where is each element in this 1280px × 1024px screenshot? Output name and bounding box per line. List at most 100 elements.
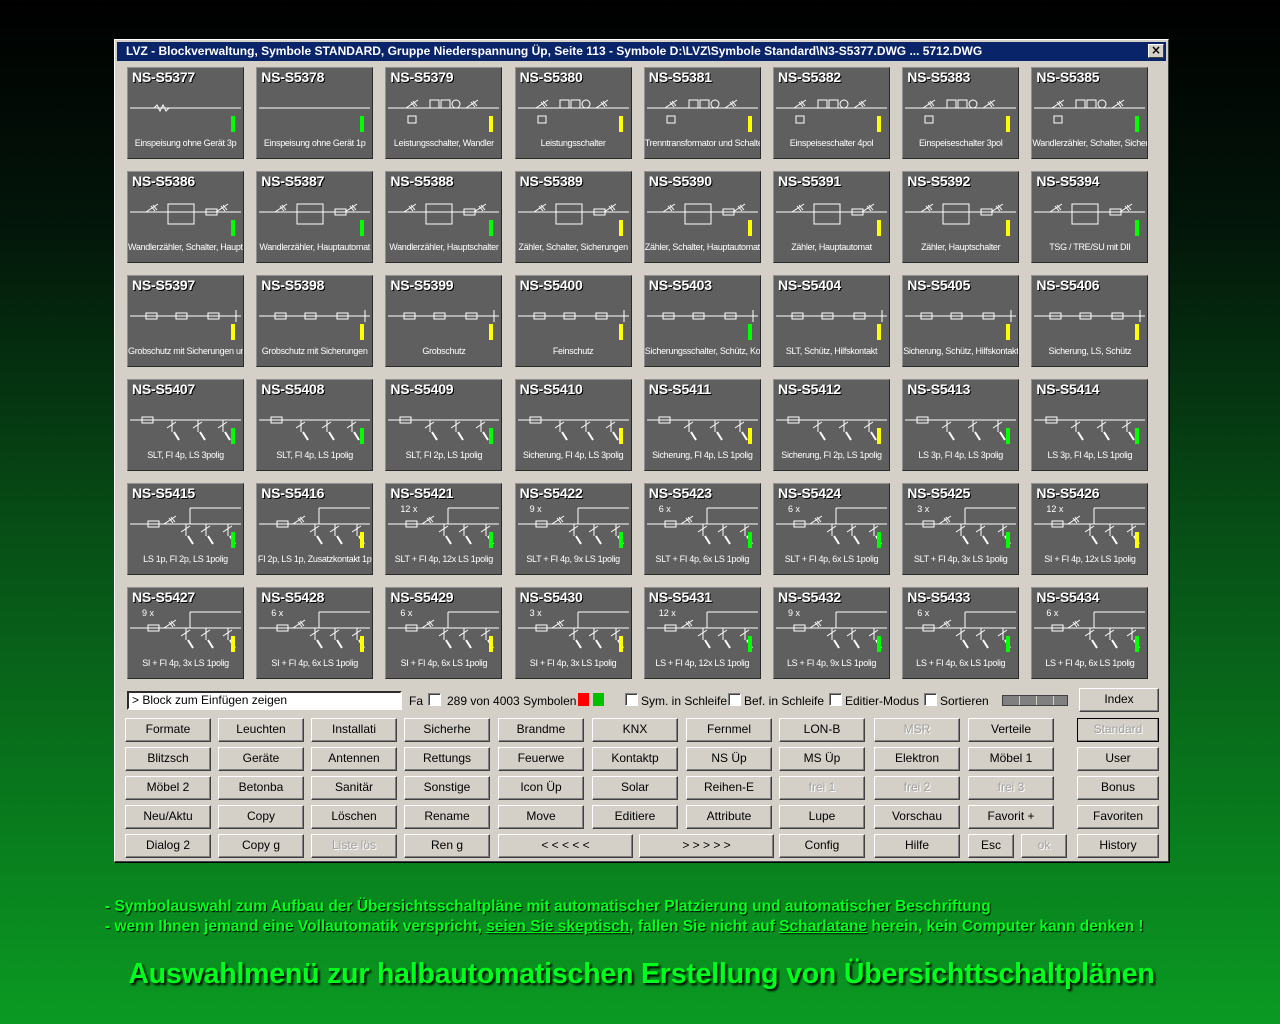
symbol-tile[interactable]: NS-S5413 LS 3p, FI 4p, LS 3polig (902, 379, 1020, 471)
symbol-tile[interactable]: NS-S5383 Einspeiseschalter 3pol (902, 67, 1020, 159)
button-sicherhe[interactable]: Sicherhe (404, 718, 490, 742)
symbol-tile[interactable]: NS-S5404 SLT, Schütz, Hilfskontakt (773, 275, 890, 367)
skeptic-link[interactable]: seien Sie skeptisch (486, 918, 629, 935)
button-ms-üp[interactable]: MS Üp (779, 747, 865, 771)
button-reihen-e[interactable]: Reihen-E (686, 776, 772, 800)
symbol-tile[interactable]: NS-S5411 Sicherung, FI 4p, LS 1polig (643, 379, 761, 471)
button-möbel-2[interactable]: Möbel 2 (125, 776, 211, 800)
button-lon-b[interactable]: LON-B (779, 718, 865, 742)
symbol-tile[interactable]: NS-S5408 SLT, FI 4p, LS 1polig (256, 379, 374, 471)
symbol-tile[interactable]: NS-S5387 Wandlerzähler, Hauptautomat (256, 171, 374, 263)
button-sonstige[interactable]: Sonstige (404, 776, 490, 800)
symbol-tile[interactable]: NS-S5428 6 x SI + FI 4p, 6x LS 1polig (256, 587, 374, 679)
symbol-tile[interactable]: NS-S5415 LS 1p, FI 2p, LS 1polig (127, 483, 244, 575)
button-rename[interactable]: Rename (404, 805, 490, 829)
button-standard[interactable]: Standard (1077, 718, 1159, 742)
symbol-tile[interactable]: NS-S5430 3 x SI + FI 4p, 3x LS 1polig (514, 587, 632, 679)
symbol-tile[interactable]: NS-S5409 SLT, FI 2p, LS 1polig (385, 379, 503, 471)
symbol-tile[interactable]: NS-S5386 Wandlerzähler, Schalter, Hauptau… (127, 171, 244, 263)
symbol-tile[interactable]: NS-S5421 12 x SLT + FI 4p, 12x LS 1polig (385, 483, 503, 575)
symbol-tile[interactable]: NS-S5425 3 x SLT + FI 4p, 3x LS 1polig (902, 483, 1020, 575)
symbol-tile[interactable]: NS-S5378 Einspeisung ohne Gerät 1p (256, 67, 374, 159)
symbol-tile[interactable]: NS-S5432 9 x LS + FI 4p, 9x LS 1polig (773, 587, 890, 679)
button-lupe[interactable]: Lupe (779, 805, 865, 829)
symbol-tile[interactable]: NS-S5429 6 x SI + FI 4p, 6x LS 1polig (385, 587, 503, 679)
symbol-tile[interactable]: NS-S5379 Leistungsschalter, Wandler (385, 67, 503, 159)
symbol-tile[interactable]: NS-S5423 6 x SLT + FI 4p, 6x LS 1polig (643, 483, 761, 575)
button-rettungs[interactable]: Rettungs (404, 747, 490, 771)
symbol-tile[interactable]: NS-S5434 6 x LS + FI 4p, 6x LS 1polig (1031, 587, 1149, 679)
button-[interactable]: < < < < < (498, 834, 633, 858)
button-blitzsch[interactable]: Blitzsch (125, 747, 211, 771)
symbol-tile[interactable]: NS-S5414 LS 3p, FI 4p, LS 1polig (1031, 379, 1149, 471)
symbol-tile[interactable]: NS-S5397 Grobschutz mit Sicherungen und F… (127, 275, 244, 367)
symbol-tile[interactable]: NS-S5406 Sicherung, LS, Schütz (1031, 275, 1149, 367)
button-liste-lös[interactable]: Liste lös (311, 834, 397, 858)
button-frei-2[interactable]: frei 2 (874, 776, 960, 800)
button-icon-üp[interactable]: Icon Üp (498, 776, 584, 800)
button-history[interactable]: History (1077, 834, 1159, 858)
button-user[interactable]: User (1077, 747, 1159, 771)
button-frei-3[interactable]: frei 3 (968, 776, 1054, 800)
symbol-tile[interactable]: NS-S5412 Sicherung, FI 2p, LS 1polig (773, 379, 890, 471)
button-neu-aktu[interactable]: Neu/Aktu (125, 805, 211, 829)
button-copy[interactable]: Copy (218, 805, 304, 829)
button-betonba[interactable]: Betonba (218, 776, 304, 800)
symbol-tile[interactable]: NS-S5388 Wandlerzähler, Hauptschalter (385, 171, 503, 263)
button-favoriten[interactable]: Favoriten (1077, 805, 1159, 829)
close-icon[interactable]: × (1148, 44, 1164, 58)
button-hilfe[interactable]: Hilfe (874, 834, 960, 858)
symbol-tile[interactable]: NS-S5399 Grobschutz (385, 275, 503, 367)
button-antennen[interactable]: Antennen (311, 747, 397, 771)
symbol-tile[interactable]: NS-S5403 Sicherungsschalter, Schütz, Kond… (643, 275, 761, 367)
button-leuchten[interactable]: Leuchten (218, 718, 304, 742)
bef-loop-checkbox[interactable] (728, 693, 741, 706)
symbol-tile[interactable]: NS-S5400 Feinschutz (514, 275, 632, 367)
button-knx[interactable]: KNX (592, 718, 678, 742)
button-editiere[interactable]: Editiere (592, 805, 678, 829)
button-ren-g[interactable]: Ren g (404, 834, 490, 858)
symbol-tile[interactable]: NS-S5431 12 x LS + FI 4p, 12x LS 1polig (643, 587, 761, 679)
button-attribute[interactable]: Attribute (686, 805, 772, 829)
button-[interactable]: > > > > > (639, 834, 774, 858)
symbol-tile[interactable]: NS-S5433 6 x LS + FI 4p, 6x LS 1polig (902, 587, 1020, 679)
button-formate[interactable]: Formate (125, 718, 211, 742)
fa-checkbox[interactable] (428, 693, 441, 706)
button-dialog-2[interactable]: Dialog 2 (125, 834, 211, 858)
button-move[interactable]: Move (498, 805, 584, 829)
symbol-tile[interactable]: NS-S5392 Zähler, Hauptschalter (902, 171, 1020, 263)
button-fernmel[interactable]: Fernmel (686, 718, 772, 742)
symbol-tile[interactable]: NS-S5380 Leistungsschalter (514, 67, 632, 159)
button-sanitär[interactable]: Sanitär (311, 776, 397, 800)
symbol-tile[interactable]: NS-S5391 Zähler, Hauptautomat (773, 171, 890, 263)
button-vorschau[interactable]: Vorschau (874, 805, 960, 829)
symbol-tile[interactable]: NS-S5377 Einspeisung ohne Gerät 3p (127, 67, 244, 159)
button-frei-1[interactable]: frei 1 (779, 776, 865, 800)
button-favorit[interactable]: Favorit + (968, 805, 1054, 829)
symbol-tile[interactable]: NS-S5382 Einspeiseschalter 4pol (773, 67, 890, 159)
symbol-tile[interactable]: NS-S5407 SLT, FI 4p, LS 3polig (127, 379, 244, 471)
button-möbel-1[interactable]: Möbel 1 (968, 747, 1054, 771)
button-ns-üp[interactable]: NS Üp (686, 747, 772, 771)
button-msr[interactable]: MSR (874, 718, 960, 742)
button-kontaktp[interactable]: Kontaktp (592, 747, 678, 771)
button-solar[interactable]: Solar (592, 776, 678, 800)
sym-loop-checkbox[interactable] (625, 693, 638, 706)
button-installati[interactable]: Installati (311, 718, 397, 742)
block-insert-field[interactable]: > Block zum Einfügen zeigen (127, 691, 402, 710)
symbol-tile[interactable]: NS-S5405 Sicherung, Schütz, Hilfskontakt (902, 275, 1020, 367)
button-feuerwe[interactable]: Feuerwe (498, 747, 584, 771)
symbol-tile[interactable]: NS-S5398 Grobschutz mit Sicherungen (256, 275, 374, 367)
symbol-tile[interactable]: NS-S5410 Sicherung, FI 4p, LS 3polig (514, 379, 632, 471)
index-button[interactable]: Index (1079, 688, 1159, 712)
button-löschen[interactable]: Löschen (311, 805, 397, 829)
charlatan-link[interactable]: Scharlatane (779, 918, 867, 935)
symbol-tile[interactable]: NS-S5381 Trenntransformator und Schalter (643, 67, 761, 159)
symbol-tile[interactable]: NS-S5422 9 x SLT + FI 4p, 9x LS 1polig (514, 483, 632, 575)
button-ok[interactable]: ok (1021, 834, 1067, 858)
button-geräte[interactable]: Geräte (218, 747, 304, 771)
symbol-tile[interactable]: NS-S5427 9 x SI + FI 4p, 3x LS 1polig (127, 587, 244, 679)
symbol-tile[interactable]: NS-S5385 Wandlerzähler, Schalter, Sicheru… (1031, 67, 1149, 159)
sort-checkbox[interactable] (924, 693, 937, 706)
button-esc[interactable]: Esc (968, 834, 1014, 858)
